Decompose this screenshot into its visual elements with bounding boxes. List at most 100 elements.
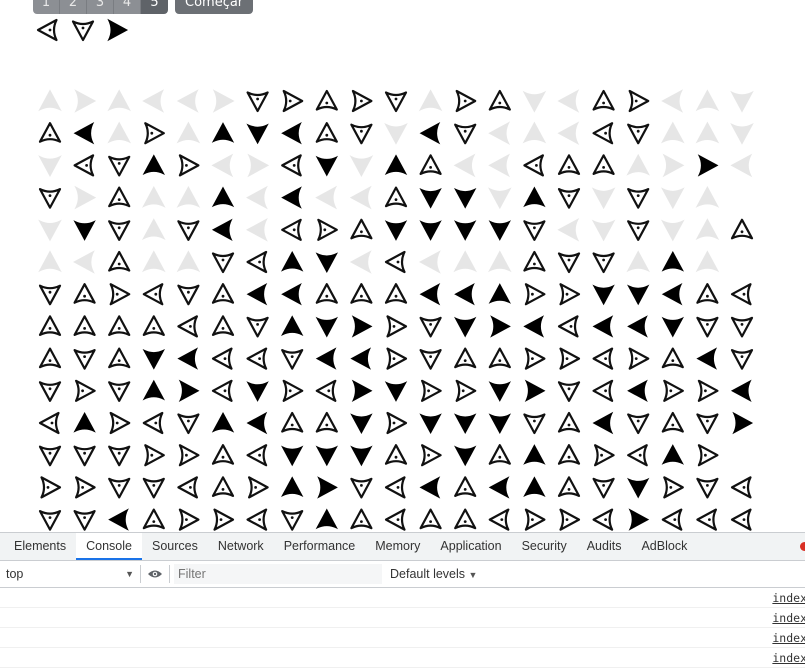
tab-network[interactable]: Network	[208, 533, 274, 560]
arrow-cell	[107, 89, 131, 112]
arrow-cell	[281, 315, 304, 337]
arrow-cell	[246, 218, 268, 242]
arrow-cell	[557, 252, 581, 274]
console-message: index	[0, 588, 805, 608]
arrow-cell	[108, 381, 131, 402]
arrow-cell	[108, 347, 131, 369]
tab-audits[interactable]: Audits	[577, 533, 632, 560]
arrow-cell	[211, 476, 235, 497]
arrow-cell	[211, 347, 233, 370]
arrow-cell	[662, 153, 685, 178]
live-expression-eye-icon[interactable]	[141, 569, 169, 579]
arrow-cell	[108, 445, 131, 467]
context-selector[interactable]: top ▼	[0, 567, 140, 581]
arrow-cell	[488, 121, 511, 145]
arrow-cell	[488, 476, 510, 499]
arrow-cell	[557, 411, 581, 433]
arrow-cell	[386, 315, 408, 338]
arrow-grid	[38, 89, 754, 531]
arrow-cell	[592, 154, 615, 175]
arrow-cell	[490, 315, 511, 338]
arrow-cell	[108, 220, 131, 241]
page-button-4[interactable]: 4	[114, 0, 141, 14]
arrow-cell	[730, 316, 754, 338]
page-viewport: 1 2 3 4 5 Começar	[0, 0, 805, 532]
arrow-cell	[38, 347, 62, 369]
arrow-cell	[108, 508, 129, 531]
arrow-cell	[315, 155, 338, 177]
tab-console[interactable]: Console	[76, 533, 142, 560]
arrow-cell	[177, 284, 200, 306]
tab-security[interactable]: Security	[512, 533, 577, 560]
arrow-cell	[626, 153, 650, 176]
arrow-cell	[74, 185, 97, 210]
arrow-cell	[350, 413, 373, 435]
arrow-cell	[523, 154, 544, 177]
source-link[interactable]: index	[772, 611, 805, 625]
arrow-cell	[213, 508, 235, 531]
arrow-cell	[524, 283, 546, 306]
page-button-2[interactable]: 2	[60, 0, 87, 14]
arrow-cell	[557, 381, 581, 402]
tab-elements[interactable]: Elements	[4, 533, 76, 560]
arrow-cell	[73, 510, 96, 531]
console-toolbar: top ▼ Default levels ▼	[0, 561, 805, 588]
arrow-cell	[419, 250, 441, 274]
arrow-cell	[38, 284, 62, 306]
arrow-cell	[350, 218, 373, 240]
arrow-cell	[177, 347, 199, 370]
arrow-cell	[350, 347, 372, 370]
arrow-cell	[419, 316, 442, 338]
page-button-5[interactable]: 5	[141, 0, 168, 14]
arrow-cell	[384, 476, 406, 499]
arrow-cell	[627, 188, 650, 209]
pagination: 1 2 3 4 5 Começar	[33, 0, 254, 14]
page-button-3[interactable]: 3	[87, 0, 114, 14]
arrow-cell	[281, 445, 304, 467]
arrow-cell	[211, 411, 235, 433]
arrow-cell	[212, 89, 235, 113]
tab-sources[interactable]: Sources	[142, 533, 208, 560]
arrow-cell	[75, 476, 96, 499]
arrow-cell	[108, 186, 131, 208]
arrow-cell	[178, 154, 200, 177]
source-link[interactable]: index	[772, 651, 805, 665]
toolbar-divider	[169, 565, 170, 583]
arrow-cell	[524, 347, 546, 370]
arrow-cell	[557, 315, 579, 338]
devtools-tab-bar: Elements Console Sources Network Performance…	[0, 533, 805, 561]
arrow-cell	[523, 220, 546, 241]
arrow-cell	[454, 220, 477, 241]
start-button[interactable]: Começar	[175, 0, 254, 14]
arrow-cell	[281, 283, 302, 306]
down-outline-arrow-icon	[71, 20, 95, 42]
arrow-cell	[315, 379, 337, 402]
source-link[interactable]: index	[772, 631, 805, 645]
arrow-cell	[455, 89, 477, 113]
log-levels-dropdown[interactable]: Default levels ▼	[390, 567, 477, 581]
arrow-cell	[142, 411, 164, 435]
arrow-cell	[730, 153, 753, 178]
arrow-cell	[557, 121, 580, 145]
arrow-cell	[246, 250, 268, 274]
arrow-cell	[627, 220, 650, 241]
tab-memory[interactable]: Memory	[365, 533, 430, 560]
arrow-cell	[522, 121, 547, 144]
arrow-cell	[591, 187, 616, 210]
tab-performance[interactable]: Performance	[274, 533, 366, 560]
arrow-cell	[695, 186, 720, 208]
tab-adblock[interactable]: AdBlock	[631, 533, 697, 560]
devtools-close-icon[interactable]	[800, 542, 805, 551]
arrow-cell	[317, 476, 338, 499]
tab-application[interactable]: Application	[430, 533, 511, 560]
page-button-1[interactable]: 1	[33, 0, 60, 14]
filter-input[interactable]	[174, 564, 382, 584]
arrow-cell	[73, 445, 96, 467]
arrow-cell	[315, 347, 337, 370]
arrow-cell	[557, 89, 580, 113]
arrow-cell	[73, 411, 96, 433]
source-link[interactable]: index	[772, 591, 805, 605]
arrow-cell	[384, 444, 408, 465]
arrow-cell	[488, 283, 511, 304]
arrow-cell	[349, 185, 372, 210]
